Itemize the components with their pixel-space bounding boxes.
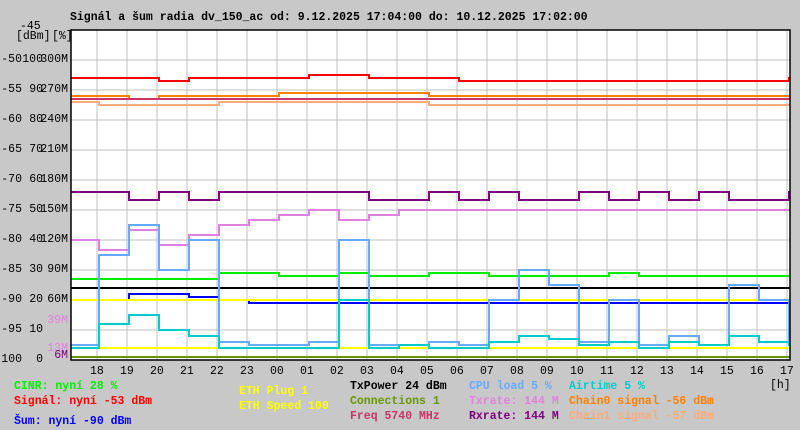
x-tick-label: 01 xyxy=(300,365,314,378)
plot-area xyxy=(71,30,790,360)
x-tick-label: 02 xyxy=(330,365,344,378)
x-tick-label: 07 xyxy=(480,365,494,378)
legend-rxrate: Rxrate: 144 M xyxy=(469,410,559,423)
y-tick-rate: 60M xyxy=(47,293,68,306)
x-tick-label: 17 xyxy=(780,365,794,378)
x-tick-label: 22 xyxy=(210,365,224,378)
y-unit-percent: [%] xyxy=(52,30,73,43)
x-tick-label: 00 xyxy=(270,365,284,378)
y-tick-rate: 120M xyxy=(40,233,68,246)
legend-chain0: Chain0 signal -56 dBm xyxy=(569,395,714,408)
y-tick-rate: 180M xyxy=(40,173,68,186)
y-tick-rate: 240M xyxy=(40,113,68,126)
y-tick-percent: 0 xyxy=(36,353,43,366)
y-tick-dbm: -65 xyxy=(1,143,22,156)
x-tick-label: 14 xyxy=(690,365,704,378)
y-tick-rate-extra: 6M xyxy=(54,349,68,362)
legend-txpower: TxPower 24 dBm xyxy=(350,380,447,393)
y-tick-rate: 300M xyxy=(40,53,68,66)
x-axis-unit: [h] xyxy=(770,379,791,392)
legend-eth-plug: ETH Plug 1 xyxy=(239,385,309,398)
y-tick-dbm: -50 xyxy=(1,53,22,66)
x-tick-label: 18 xyxy=(90,365,104,378)
x-tick-label: 19 xyxy=(120,365,134,378)
x-tick-label: 04 xyxy=(390,365,404,378)
legend-airtime: Airtime 5 % xyxy=(569,380,645,393)
x-tick-label: 20 xyxy=(150,365,164,378)
x-tick-label: 06 xyxy=(450,365,464,378)
x-tick-label: 23 xyxy=(240,365,254,378)
y-tick-rate: 210M xyxy=(40,143,68,156)
y-tick-dbm: -85 xyxy=(1,263,22,276)
y-tick-dbm: -100 xyxy=(0,353,22,366)
x-tick-label: 10 xyxy=(570,365,584,378)
y-tick-dbm: -55 xyxy=(1,83,22,96)
x-tick-label: 16 xyxy=(750,365,764,378)
x-tick-label: 12 xyxy=(630,365,644,378)
x-tick-label: 05 xyxy=(420,365,434,378)
y-tick-percent: 20 xyxy=(29,293,43,306)
y-tick-dbm: -70 xyxy=(1,173,22,186)
legend-chain1: Chain1 signal -57 dBm xyxy=(569,410,714,423)
legend-noise: Šum: nyní -90 dBm xyxy=(14,415,132,428)
y-tick-rate-extra: 39M xyxy=(47,314,68,327)
y-tick-rate: 270M xyxy=(40,83,68,96)
legend-txrate: Txrate: 144 M xyxy=(469,395,559,408)
x-tick-label: 09 xyxy=(540,365,554,378)
legend-connections: Connections 1 xyxy=(350,395,440,408)
y-tick-dbm: -80 xyxy=(1,233,22,246)
y-tick-percent: 10 xyxy=(29,323,43,336)
y-tick-dbm: -45 xyxy=(20,20,41,33)
x-tick-label: 15 xyxy=(720,365,734,378)
x-tick-label: 21 xyxy=(180,365,194,378)
y-tick-dbm: -60 xyxy=(1,113,22,126)
legend-cpu-load: CPU load 5 % xyxy=(469,380,552,393)
y-tick-percent: 30 xyxy=(29,263,43,276)
legend-freq: Freq 5740 MHz xyxy=(350,410,440,423)
x-tick-label: 13 xyxy=(660,365,674,378)
x-tick-label: 03 xyxy=(360,365,374,378)
y-tick-rate: 90M xyxy=(47,263,68,276)
y-tick-dbm: -95 xyxy=(1,323,22,336)
x-tick-label: 08 xyxy=(510,365,524,378)
y-tick-rate: 150M xyxy=(40,203,68,216)
y-tick-dbm: -90 xyxy=(1,293,22,306)
legend-cinr: CINR: nyní 28 % xyxy=(14,380,118,393)
y-tick-dbm: -75 xyxy=(1,203,22,216)
legend-eth-speed: ETH Speed 100 xyxy=(239,400,329,413)
x-tick-label: 11 xyxy=(600,365,614,378)
legend-signal: Signál: nyní -53 dBm xyxy=(14,395,153,408)
